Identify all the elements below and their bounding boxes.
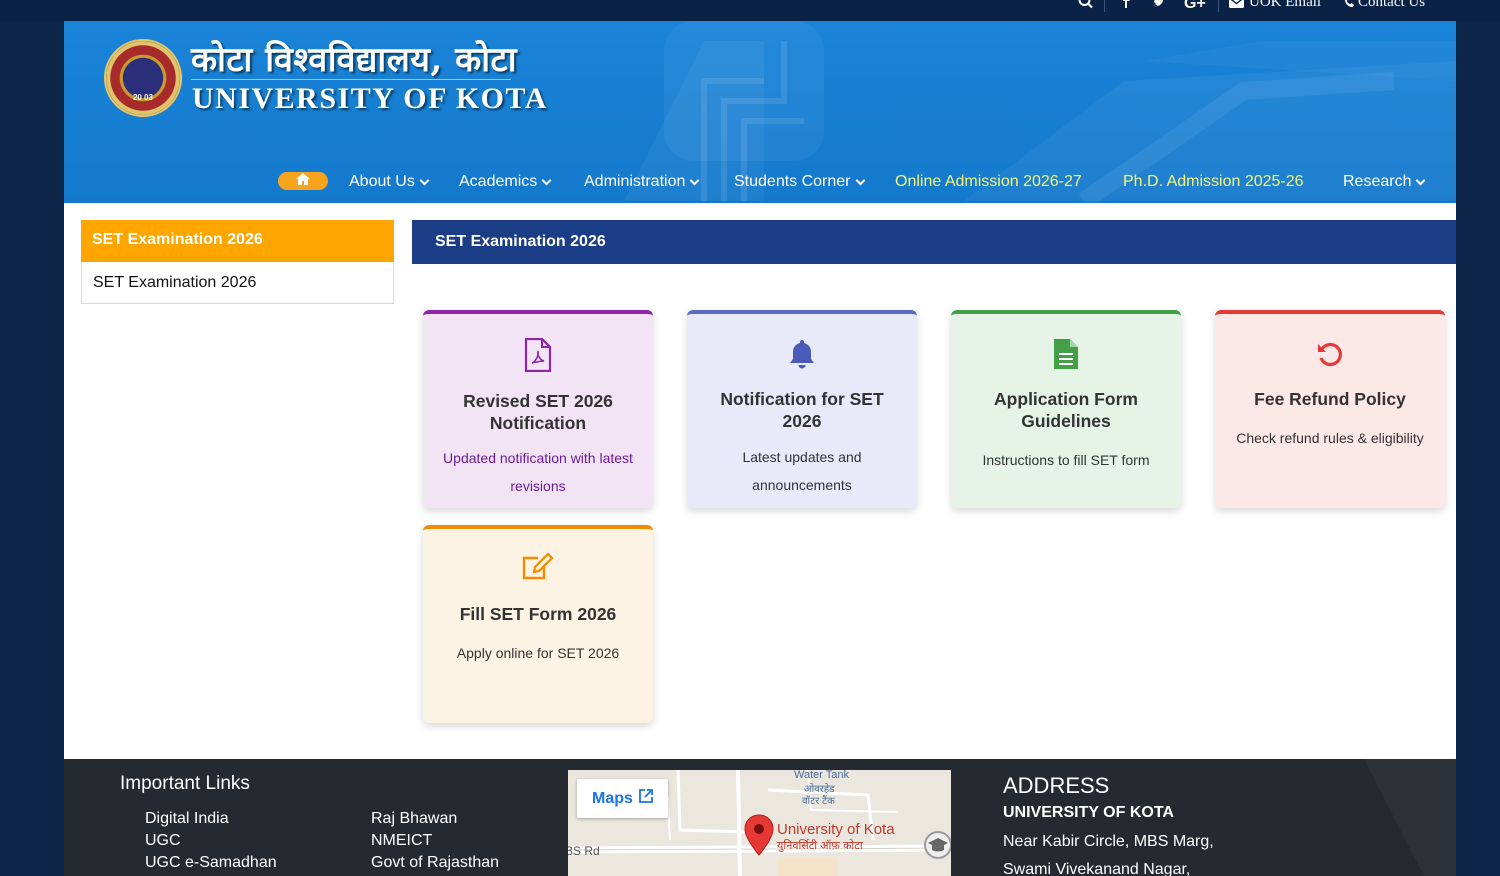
title-divider: [191, 79, 511, 80]
map-label-water-tank-hindi: वॉटर टैंक: [802, 796, 835, 807]
map-label-water-tank: Water Tank: [794, 770, 850, 781]
uok-email-link[interactable]: UOK Email: [1229, 0, 1321, 11]
card-description: Latest updates and announcements: [742, 449, 862, 493]
card-notification[interactable]: Notification for SET 2026 Latest updates…: [687, 310, 917, 508]
divider: [1104, 0, 1105, 12]
nav-academics[interactable]: Academics: [459, 173, 552, 191]
card-application-guidelines[interactable]: Application Form Guidelines Instructions…: [951, 310, 1181, 508]
top-utility-bar: G+ UOK Email Contact Us: [0, 0, 1500, 21]
chevron-down-icon: [855, 175, 865, 185]
card-description: Apply online for SET 2026: [456, 645, 620, 661]
chevron-down-icon: [419, 175, 430, 185]
map-road-label: BS Rd: [568, 844, 600, 858]
twitter-icon[interactable]: [1153, 0, 1168, 8]
site-title-english: UNIVERSITY OF KOTA: [192, 82, 548, 115]
map-place-name: University of Kota: [777, 821, 895, 838]
sidebar-item-set-examination[interactable]: SET Examination 2026: [81, 262, 394, 304]
open-maps-button[interactable]: Maps: [577, 779, 668, 818]
graduation-cap-icon: [924, 831, 951, 859]
pdf-file-icon: [423, 338, 653, 372]
link-digital-india[interactable]: Digital India: [145, 810, 229, 828]
refund-icon: [1215, 340, 1445, 368]
nav-students-corner[interactable]: Students Corner: [734, 173, 865, 191]
important-links-title: Important Links: [120, 773, 250, 794]
nav-label: Online Admission 2026-27: [895, 173, 1082, 190]
nav-online-admission[interactable]: Online Admission 2026-27: [895, 173, 1082, 191]
contact-us-link[interactable]: Contact Us: [1344, 0, 1425, 11]
link-ugc-e-samadhan[interactable]: UGC e-Samadhan: [145, 854, 277, 872]
card-fee-refund[interactable]: Fee Refund Policy Check refund rules & e…: [1215, 310, 1445, 508]
link-nmeict[interactable]: NMEICT: [371, 832, 432, 850]
nav-label: Research: [1343, 173, 1412, 190]
address-org: UNIVERSITY OF KOTA: [1003, 804, 1174, 821]
address-title: ADDRESS: [1003, 773, 1110, 798]
location-map[interactable]: Maps Water Tank ओवरहेड वॉटर टैंक Univers…: [568, 770, 951, 876]
card-title: Application Form Guidelines: [994, 389, 1138, 431]
page-frame: 20 03 कोटा विश्वविद्यालय, कोटा UNIVERSIT…: [64, 21, 1456, 876]
logo-year: 20 03: [132, 93, 154, 102]
address-line-2: Swami Vivekanand Nagar,: [1003, 861, 1191, 876]
bell-icon: [687, 338, 917, 370]
nav-research[interactable]: Research: [1343, 173, 1426, 191]
uok-email-label: UOK Email: [1249, 0, 1322, 10]
home-icon: [296, 172, 310, 190]
divider: [1218, 0, 1219, 12]
card-title: Notification for SET 2026: [720, 389, 884, 431]
sidebar-heading[interactable]: SET Examination 2026: [81, 220, 394, 262]
map-pin-icon[interactable]: [744, 814, 774, 861]
nav-label: Academics: [459, 173, 538, 190]
link-raj-bhawan[interactable]: Raj Bhawan: [371, 810, 457, 828]
card-title: Revised SET 2026 Notification: [463, 391, 613, 433]
nav-label: Administration: [584, 173, 686, 190]
card-fill-set-form[interactable]: Fill SET Form 2026 Apply online for SET …: [423, 525, 653, 723]
card-description: Instructions to fill SET form: [982, 452, 1150, 468]
envelope-icon: [1229, 0, 1244, 8]
address-line-1: Near Kabir Circle, MBS Marg,: [1003, 833, 1214, 850]
page-title: SET Examination 2026: [412, 220, 1456, 264]
site-title-hindi: कोटा विश्वविद्यालय, कोटा: [191, 40, 518, 80]
edit-icon: [423, 553, 653, 581]
card-revised-notification[interactable]: Revised SET 2026 Notification Updated no…: [423, 310, 653, 508]
chevron-down-icon: [1416, 175, 1426, 185]
external-link-icon: [639, 789, 653, 808]
nav-administration[interactable]: Administration: [584, 173, 700, 191]
nav-label: Students Corner: [734, 173, 851, 190]
link-ugc[interactable]: UGC: [145, 832, 181, 850]
nav-label: About Us: [349, 173, 415, 190]
link-govt-of-rajasthan[interactable]: Govt of Rajasthan: [371, 854, 499, 872]
search-icon[interactable]: [1078, 0, 1094, 9]
nav-label: Ph.D. Admission 2025-26: [1123, 173, 1304, 190]
home-button[interactable]: [278, 172, 328, 190]
site-footer: Important Links Digital India UGC UGC e-…: [64, 759, 1456, 876]
facebook-icon[interactable]: [1122, 0, 1131, 8]
contact-us-label: Contact Us: [1358, 0, 1426, 10]
card-title: Fill SET Form 2026: [459, 604, 617, 624]
university-logo[interactable]: 20 03: [104, 39, 182, 117]
document-icon: [951, 338, 1181, 370]
site-header: 20 03 कोटा विश्वविद्यालय, कोटा UNIVERSIT…: [64, 21, 1456, 203]
google-plus-icon[interactable]: G+: [1184, 0, 1206, 13]
card-description: Check refund rules & eligibility: [1236, 430, 1424, 446]
nav-phd-admission[interactable]: Ph.D. Admission 2025-26: [1123, 173, 1304, 191]
phone-icon: [1344, 0, 1355, 8]
maps-button-label: Maps: [592, 789, 633, 807]
main-nav: About Us Academics Administration Studen…: [64, 169, 1456, 199]
chevron-down-icon: [541, 175, 552, 185]
nav-about-us[interactable]: About Us: [349, 173, 430, 191]
map-place-name-hindi: युनिवर्सिटी ऑफ़ कोटा: [777, 840, 863, 852]
chevron-down-icon: [689, 175, 700, 185]
card-title: Fee Refund Policy: [1254, 389, 1406, 409]
card-description: Updated notification with latest revisio…: [443, 450, 633, 494]
